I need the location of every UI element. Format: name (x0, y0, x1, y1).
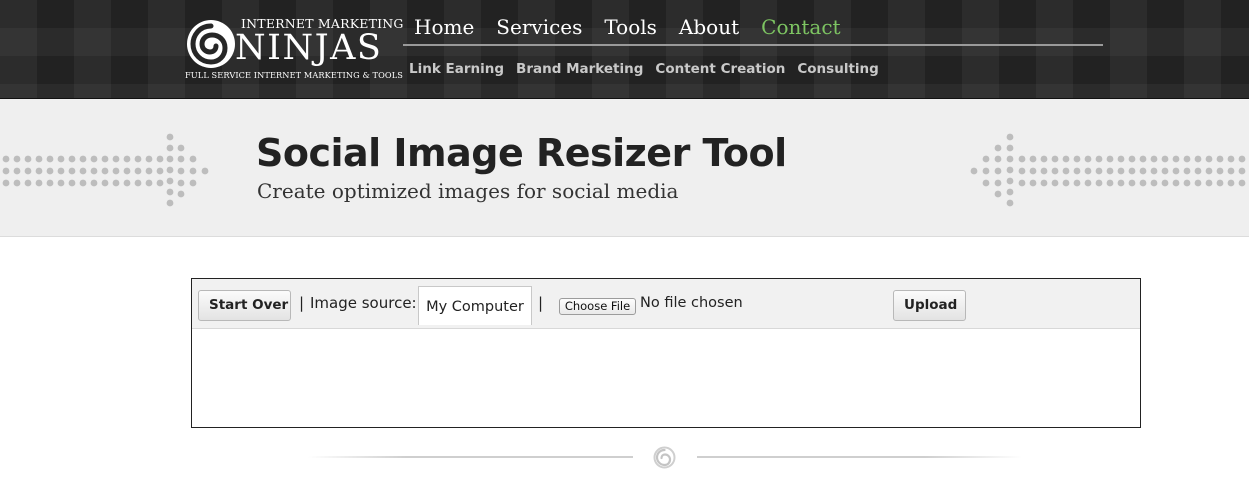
nav-divider (403, 44, 1103, 46)
sub-nav-item-link-earning[interactable]: Link Earning (409, 61, 504, 77)
page-title: Social Image Resizer Tool (256, 131, 787, 175)
site-logo[interactable]: INTERNET MARKETING NINJAS FULL SERVICE I… (185, 16, 403, 82)
hero-banner: Social Image Resizer Tool Create optimiz… (0, 99, 1249, 237)
swirl-divider-icon (653, 446, 676, 469)
image-source-label: Image source: (310, 294, 417, 312)
choose-file-button[interactable]: Choose File (559, 298, 636, 315)
nav-item-about[interactable]: About (679, 12, 739, 44)
nav-item-services[interactable]: Services (496, 12, 582, 44)
tool-toolbar: Start Over | Image source: My Computer |… (192, 279, 1140, 329)
sub-nav-item-consulting[interactable]: Consulting (797, 61, 878, 77)
toolbar-separator: | (538, 294, 544, 312)
dotted-arrow-icon (970, 133, 1246, 207)
logo-wordmark: NINJAS (235, 28, 383, 68)
tab-my-computer[interactable]: My Computer (418, 286, 532, 325)
resizer-tool-panel: Start Over | Image source: My Computer |… (191, 278, 1141, 428)
sub-nav-item-content-creation[interactable]: Content Creation (655, 61, 785, 77)
swirl-logo-icon (187, 20, 235, 68)
file-status-text: No file chosen (640, 295, 743, 311)
image-work-area (192, 329, 1140, 427)
page-subtitle: Create optimized images for social media (257, 179, 679, 203)
nav-item-contact[interactable]: Contact (761, 12, 840, 44)
sub-nav: Link Earning Brand Marketing Content Cre… (409, 61, 891, 77)
footer-divider-line (697, 456, 1022, 458)
nav-item-home[interactable]: Home (414, 12, 474, 44)
toolbar-separator: | (299, 294, 305, 312)
site-header: INTERNET MARKETING NINJAS FULL SERVICE I… (0, 0, 1249, 99)
footer-divider-line (308, 456, 633, 458)
upload-button[interactable]: Upload (893, 290, 966, 321)
main-nav: Home Services Tools About Contact (414, 12, 863, 44)
sub-nav-item-brand-marketing[interactable]: Brand Marketing (516, 61, 643, 77)
dotted-arrow-icon (2, 133, 209, 207)
nav-item-tools[interactable]: Tools (604, 12, 657, 44)
start-over-button[interactable]: Start Over (198, 290, 291, 321)
logo-tagline: FULL SERVICE INTERNET MARKETING & TOOLS (185, 70, 403, 80)
